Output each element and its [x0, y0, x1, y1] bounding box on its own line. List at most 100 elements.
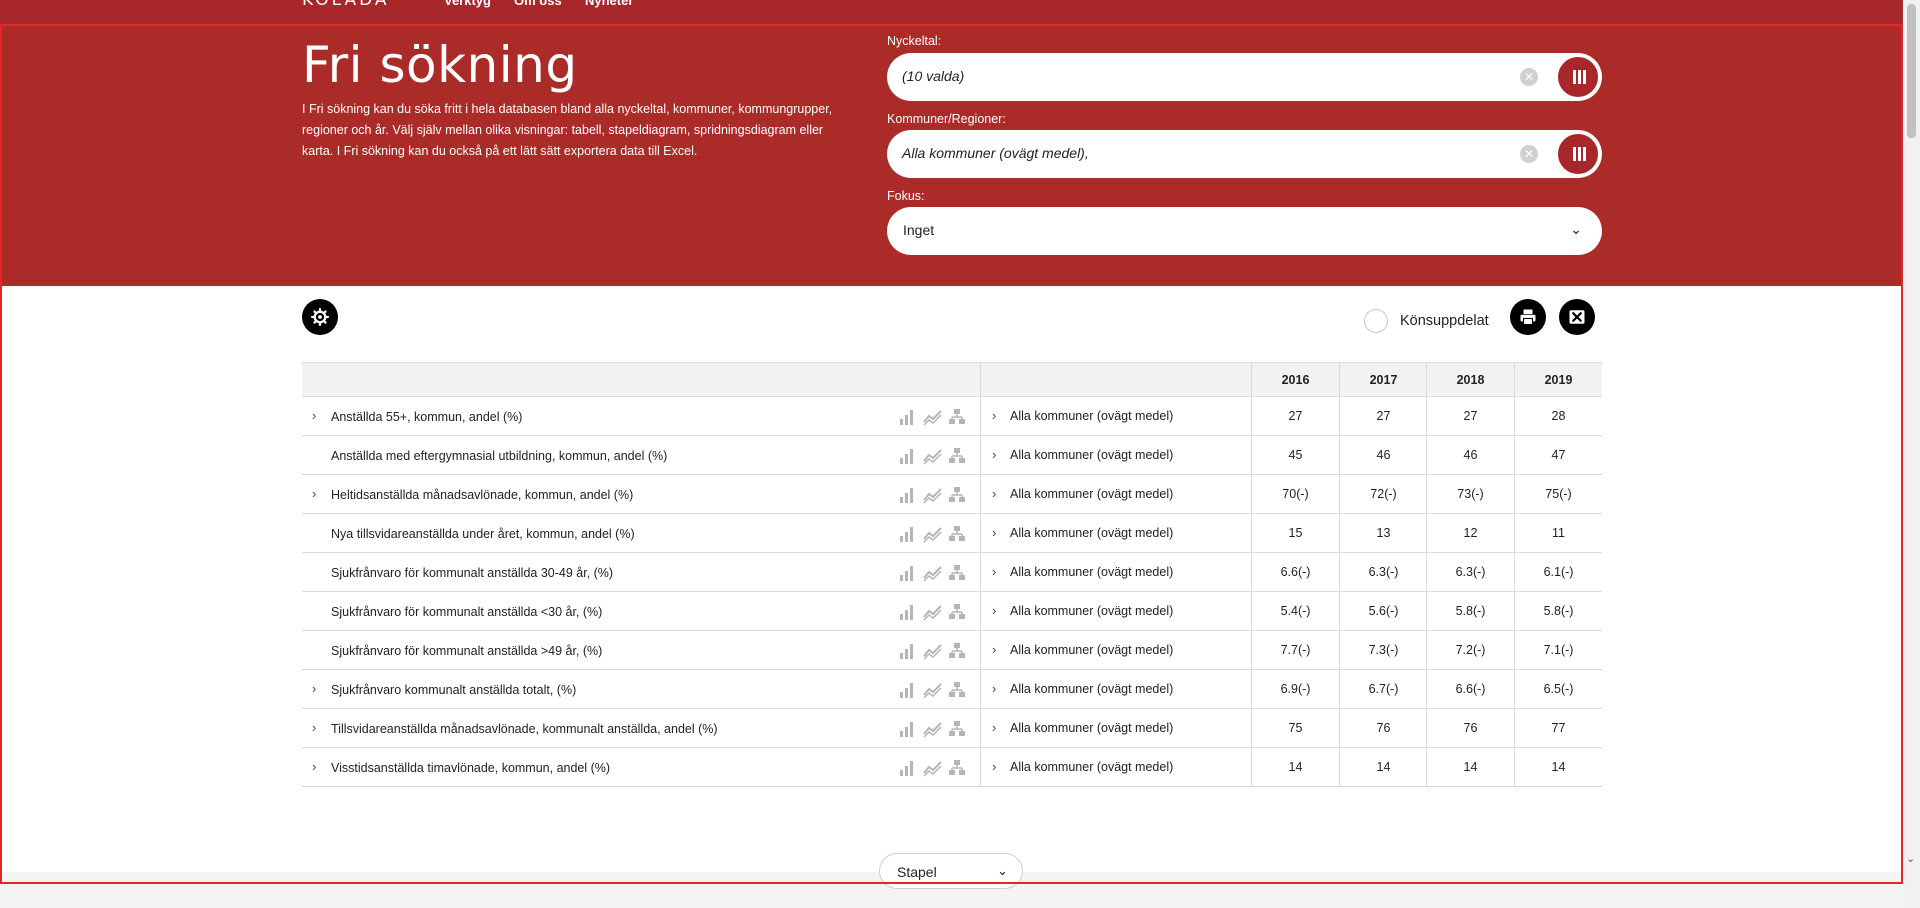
view-type-select[interactable]: Stapel ⌄ — [879, 853, 1023, 889]
trend-icon[interactable] — [923, 759, 942, 777]
value-cell-2016: 6.9(-) — [1280, 682, 1311, 696]
kommuner-picker-button[interactable] — [1556, 132, 1600, 176]
bar-chart-icon[interactable] — [898, 564, 916, 582]
nav-link-nyheter[interactable]: Nyheter — [585, 0, 633, 8]
hierarchy-icon[interactable] — [948, 447, 966, 465]
expand-row-icon[interactable]: › — [312, 720, 316, 735]
trend-icon[interactable] — [923, 408, 942, 426]
value-cell-2016: 27 — [1288, 409, 1303, 423]
trend-icon[interactable] — [923, 525, 942, 543]
page-scrollbar[interactable]: ⌄ — [1903, 0, 1920, 908]
gender-split-label[interactable]: Könsuppdelat — [1400, 313, 1489, 329]
kpi-name[interactable]: Sjukfrånvaro för kommunalt anställda >49… — [331, 644, 602, 658]
gender-split-radio[interactable] — [1364, 309, 1388, 333]
hierarchy-icon[interactable] — [948, 759, 966, 777]
trend-icon[interactable] — [923, 642, 942, 660]
bar-chart-icon[interactable] — [898, 447, 916, 465]
excel-export-button[interactable] — [1559, 299, 1595, 335]
municipality-name[interactable]: Alla kommuner (ovägt medel) — [1010, 721, 1173, 735]
clear-kommuner-icon[interactable]: ✕ — [1520, 145, 1538, 163]
municipality-name[interactable]: Alla kommuner (ovägt medel) — [1010, 487, 1173, 501]
hierarchy-icon[interactable] — [948, 720, 966, 738]
expand-municipality-icon[interactable]: › — [992, 525, 996, 540]
bar-chart-icon[interactable] — [898, 759, 916, 777]
value-cell-2016: 5.4(-) — [1280, 604, 1311, 618]
hierarchy-icon[interactable] — [948, 603, 966, 621]
hierarchy-icon[interactable] — [948, 486, 966, 504]
nyckeltal-field[interactable]: (10 valda) ✕ — [887, 53, 1602, 101]
trend-icon[interactable] — [923, 447, 942, 465]
expand-municipality-icon[interactable]: › — [992, 681, 996, 696]
trend-icon[interactable] — [923, 564, 942, 582]
trend-icon[interactable] — [923, 681, 942, 699]
bar-chart-icon[interactable] — [898, 720, 916, 738]
kolada-logo[interactable]: KOLADA — [302, 0, 390, 10]
municipality-name[interactable]: Alla kommuner (ovägt medel) — [1010, 682, 1173, 696]
year-header-2019[interactable]: 2019 — [1515, 373, 1602, 387]
table-row: Sjukfrånvaro för kommunalt anställda <30… — [302, 592, 1602, 631]
municipality-name[interactable]: Alla kommuner (ovägt medel) — [1010, 448, 1173, 462]
kpi-name[interactable]: Anställda med eftergymnasial utbildning,… — [331, 449, 667, 463]
kpi-name[interactable]: Sjukfrånvaro för kommunalt anställda 30-… — [331, 566, 613, 580]
bar-chart-icon[interactable] — [898, 525, 916, 543]
expand-row-icon[interactable]: › — [312, 759, 316, 774]
expand-row-icon[interactable]: › — [312, 681, 316, 696]
fokus-value: Inget — [903, 222, 935, 238]
nav-link-verktyg[interactable]: Verktyg — [444, 0, 491, 8]
municipality-name[interactable]: Alla kommuner (ovägt medel) — [1010, 604, 1173, 618]
kpi-name[interactable]: Sjukfrånvaro kommunalt anställda totalt,… — [331, 683, 576, 697]
kpi-name[interactable]: Nya tillsvidareanställda under året, kom… — [331, 527, 635, 541]
row-actions — [898, 525, 968, 543]
clear-nyckeltal-icon[interactable]: ✕ — [1520, 68, 1538, 86]
fokus-select[interactable]: Inget ⌄ — [887, 207, 1602, 255]
year-header-2017[interactable]: 2017 — [1340, 373, 1427, 387]
bar-chart-icon[interactable] — [898, 486, 916, 504]
kpi-name[interactable]: Tillsvidareanställda månadsavlönade, kom… — [331, 722, 718, 736]
kpi-name[interactable]: Heltidsanställda månadsavlönade, kommun,… — [331, 488, 633, 502]
expand-municipality-icon[interactable]: › — [992, 564, 996, 579]
trend-icon[interactable] — [923, 603, 942, 621]
nav-link-om-oss[interactable]: Om oss — [514, 0, 562, 8]
trend-icon[interactable] — [923, 720, 942, 738]
bar-chart-icon[interactable] — [898, 408, 916, 426]
results-table: 2016 2017 2018 2019 › Anställda 55+, komm… — [302, 362, 1602, 787]
municipality-name[interactable]: Alla kommuner (ovägt medel) — [1010, 409, 1173, 423]
expand-municipality-icon[interactable]: › — [992, 447, 996, 462]
year-header-2018[interactable]: 2018 — [1427, 373, 1514, 387]
bar-chart-icon[interactable] — [898, 642, 916, 660]
expand-row-icon[interactable]: › — [312, 486, 316, 501]
hierarchy-icon[interactable] — [948, 681, 966, 699]
kpi-name[interactable]: Anställda 55+, kommun, andel (%) — [331, 410, 522, 424]
hierarchy-icon[interactable] — [948, 642, 966, 660]
settings-button[interactable] — [302, 299, 338, 335]
scroll-down-icon[interactable]: ⌄ — [1906, 852, 1915, 865]
municipality-name[interactable]: Alla kommuner (ovägt medel) — [1010, 760, 1173, 774]
kpi-name[interactable]: Visstidsanställda timavlönade, kommun, a… — [331, 761, 610, 775]
municipality-name[interactable]: Alla kommuner (ovägt medel) — [1010, 643, 1173, 657]
expand-municipality-icon[interactable]: › — [992, 486, 996, 501]
municipality-name[interactable]: Alla kommuner (ovägt medel) — [1010, 565, 1173, 579]
expand-municipality-icon[interactable]: › — [992, 603, 996, 618]
expand-municipality-icon[interactable]: › — [992, 759, 996, 774]
expand-municipality-icon[interactable]: › — [992, 642, 996, 657]
year-header-2016[interactable]: 2016 — [1252, 373, 1339, 387]
hierarchy-icon[interactable] — [948, 525, 966, 543]
bar-chart-icon[interactable] — [898, 603, 916, 621]
nyckeltal-picker-button[interactable] — [1556, 55, 1600, 99]
table-row: › Anställda 55+, kommun, andel (%) › Alla k… — [302, 397, 1602, 436]
hierarchy-icon[interactable] — [948, 564, 966, 582]
bar-chart-icon[interactable] — [898, 681, 916, 699]
expand-municipality-icon[interactable]: › — [992, 720, 996, 735]
print-button[interactable] — [1510, 299, 1546, 335]
trend-icon[interactable] — [923, 486, 942, 504]
hierarchy-icon[interactable] — [948, 408, 966, 426]
expand-municipality-icon[interactable]: › — [992, 408, 996, 423]
kommuner-field[interactable]: Alla kommuner (ovägt medel), ✕ — [887, 130, 1602, 178]
municipality-name[interactable]: Alla kommuner (ovägt medel) — [1010, 526, 1173, 540]
row-actions — [898, 642, 968, 660]
value-cell-2017: 13 — [1376, 526, 1391, 540]
expand-row-icon[interactable]: › — [312, 408, 316, 423]
scrollbar-thumb[interactable] — [1907, 4, 1916, 138]
column-divider — [980, 748, 981, 787]
kpi-name[interactable]: Sjukfrånvaro för kommunalt anställda <30… — [331, 605, 602, 619]
